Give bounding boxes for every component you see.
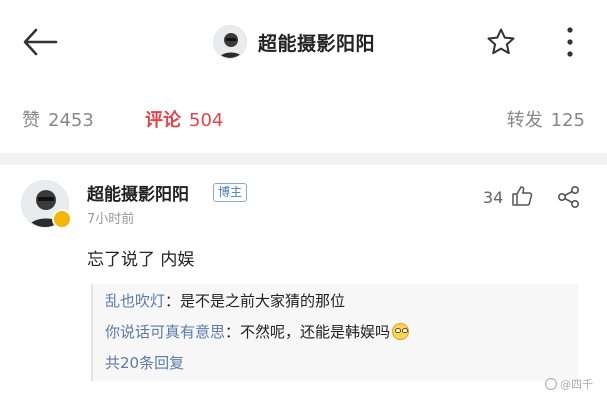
likes-label: 赞 [22, 110, 40, 131]
reply-preview-box[interactable]: 乱也吹灯：是不是之前大家猜的那位 你说话可真有意思：不然呢，还能是韩娱吗 共20… [91, 284, 578, 381]
reply-author[interactable]: 乱也吹灯 [105, 292, 165, 310]
reply-separator: ： [165, 292, 181, 310]
verified-badge-icon [52, 209, 72, 229]
like-button[interactable] [511, 185, 533, 207]
comments-label: 评论 [145, 110, 181, 131]
star-icon [487, 28, 515, 55]
header-avatar[interactable] [213, 25, 247, 59]
reply-text: 不然呢，还能是韩娱吗 [240, 323, 391, 341]
comments-count: 504 [189, 110, 224, 131]
reply-item[interactable]: 你说话可真有意思：不然呢，还能是韩娱吗 [105, 321, 410, 342]
watermark: @四千 [545, 376, 593, 392]
reply-author[interactable]: 你说话可真有意思 [105, 323, 225, 341]
watermark-logo-icon [545, 378, 557, 390]
back-arrow-icon [23, 28, 58, 56]
more-options-button[interactable] [560, 24, 580, 60]
tab-comments[interactable]: 评论 504 [145, 106, 223, 132]
reply-separator: ： [225, 323, 241, 341]
share-icon [557, 185, 580, 208]
likes-count: 2453 [48, 110, 94, 131]
comment-text: 忘了说了 内娱 [87, 250, 195, 270]
tab-reposts[interactable]: 转发 125 [507, 106, 585, 132]
comment-like-count: 34 [483, 188, 504, 207]
share-button[interactable] [556, 184, 582, 210]
smiley-face-icon [392, 323, 410, 340]
comment-timestamp: 7小时前 [87, 212, 135, 227]
reply-item[interactable]: 乱也吹灯：是不是之前大家猜的那位 [105, 290, 345, 311]
author-badge: 博主 [213, 183, 248, 202]
more-vertical-icon [567, 27, 573, 57]
tab-likes[interactable]: 赞 2453 [22, 106, 94, 132]
favorite-button[interactable] [485, 26, 517, 58]
reposts-count: 125 [550, 110, 585, 131]
watermark-text: @四千 [560, 378, 593, 391]
back-button[interactable] [20, 26, 60, 58]
reposts-label: 转发 [506, 110, 543, 131]
page-title: 超能摄影阳阳 [258, 32, 376, 55]
section-divider [0, 153, 607, 165]
thumbs-up-icon [512, 186, 533, 206]
comment-author-name[interactable]: 超能摄影阳阳 [87, 180, 189, 205]
person-silhouette-icon [214, 26, 246, 58]
reply-text: 是不是之前大家猜的那位 [180, 292, 346, 310]
top-bar: 超能摄影阳阳 [0, 0, 607, 84]
view-more-replies-link[interactable]: 共20条回复 [105, 352, 184, 373]
stats-bar: 赞 2453 评论 504 转发 125 [0, 98, 607, 140]
header-profile[interactable]: 超能摄影阳阳 [213, 22, 375, 62]
